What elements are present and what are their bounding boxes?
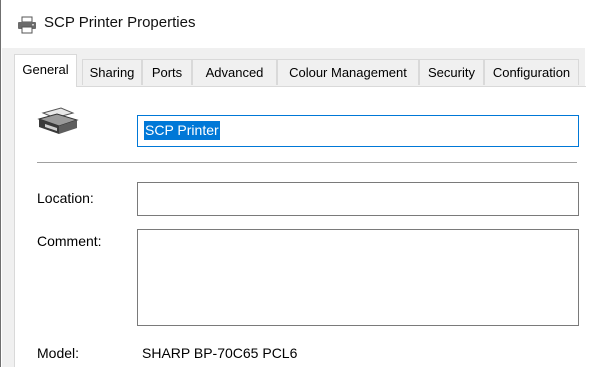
- tab-security[interactable]: Security: [419, 59, 484, 85]
- printer-icon: [18, 16, 36, 34]
- printer-icon: [37, 107, 79, 134]
- printer-name-selection: SCP Printer: [144, 121, 220, 140]
- comment-field[interactable]: [137, 229, 579, 326]
- tab-advanced[interactable]: Advanced: [192, 59, 277, 85]
- model-value: SHARP BP-70C65 PCL6: [142, 345, 298, 361]
- printer-name-field[interactable]: SCP Printer: [137, 115, 579, 147]
- tab-general[interactable]: General: [14, 54, 77, 87]
- printer-properties-window: SCP Printer Properties General Sharing P…: [0, 0, 586, 367]
- title-bar[interactable]: SCP Printer Properties: [2, 0, 585, 48]
- location-label: Location:: [37, 190, 94, 206]
- comment-label: Comment:: [37, 233, 102, 249]
- separator: [37, 162, 577, 163]
- location-field[interactable]: [137, 182, 579, 216]
- tab-configuration[interactable]: Configuration: [484, 59, 579, 85]
- model-label: Model:: [37, 345, 80, 361]
- window-title: SCP Printer Properties: [44, 14, 196, 31]
- tab-colour-management[interactable]: Colour Management: [277, 59, 419, 85]
- tab-sharing[interactable]: Sharing: [82, 59, 142, 85]
- tab-ports[interactable]: Ports: [142, 59, 192, 85]
